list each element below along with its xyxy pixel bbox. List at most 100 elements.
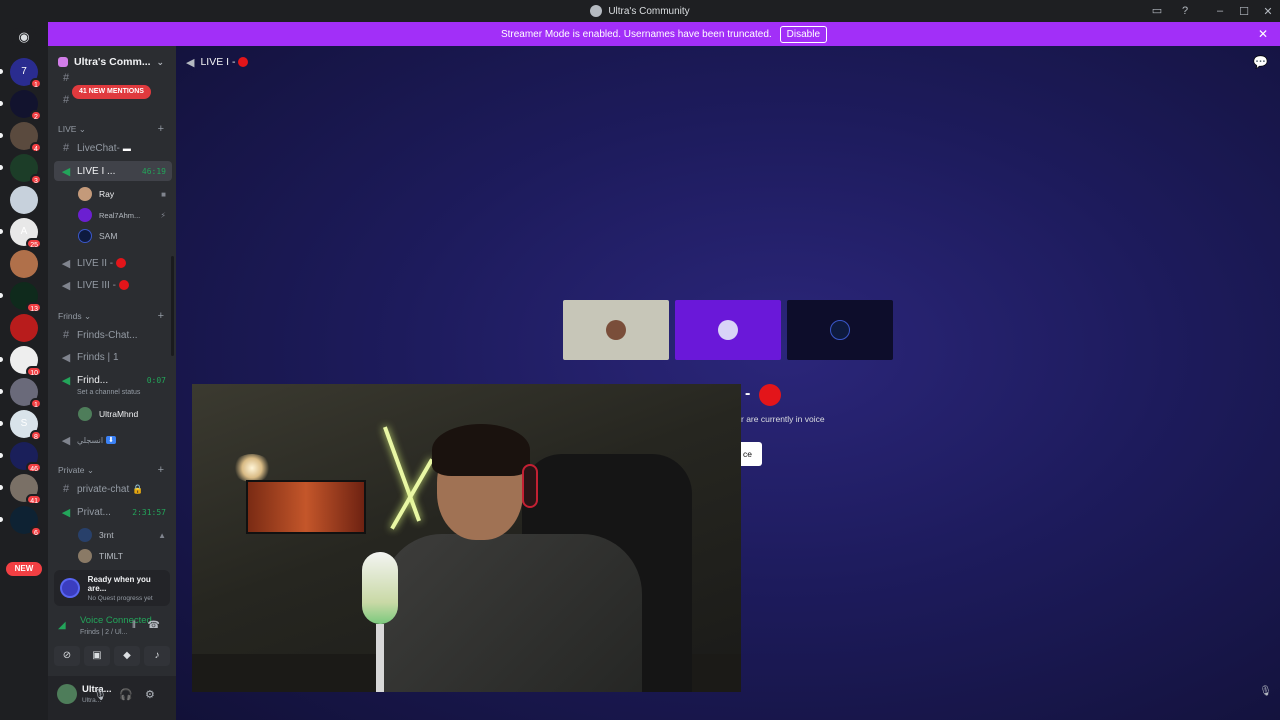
channel-frinds-1[interactable]: ◀ Frinds | 1 [54, 347, 172, 367]
maximize-icon[interactable]: ☐ [1232, 5, 1256, 18]
headphones-icon[interactable]: 🎧 [119, 688, 133, 701]
category-frinds[interactable]: Frinds ⌄ + [58, 309, 172, 323]
disconnect-icon[interactable]: ☎ [148, 620, 160, 631]
voice-user-timlt[interactable]: TIMLT [78, 546, 172, 566]
microphone-icon[interactable]: 🎙 [93, 688, 107, 701]
unread-pip [0, 101, 3, 106]
category-private[interactable]: Private ⌄ + [58, 463, 172, 477]
unread-pip [0, 293, 3, 298]
speaker-icon: ◀ [61, 165, 71, 178]
close-icon[interactable]: ✕ [1258, 27, 1268, 41]
avatar [78, 229, 92, 243]
inbox-icon[interactable]: ▭ [1150, 4, 1164, 18]
camera-icon: ■ [161, 189, 166, 199]
channel-private-voice[interactable]: ◀ Privat... 2:31:57 [54, 502, 172, 522]
add-channel-icon[interactable]: + [158, 464, 164, 476]
channel-label: Privat... [77, 506, 111, 518]
lock-icon: 🔒 [132, 483, 144, 494]
server-icon[interactable] [10, 250, 38, 278]
voice-user-name: SAM [99, 231, 118, 241]
new-servers-badge[interactable]: NEW [6, 562, 42, 576]
voice-user-sam[interactable]: SAM [78, 226, 172, 246]
participant-tile-ray[interactable] [563, 300, 669, 360]
quest-panel[interactable]: Ready when you are... No Quest progress … [54, 570, 170, 606]
close-window-icon[interactable]: ✕ [1256, 5, 1280, 18]
server-icon[interactable]: S8 [10, 410, 42, 441]
server-icon[interactable]: 6 [10, 506, 42, 537]
voice-user-3rnt[interactable]: 3rnt ▲ [78, 525, 172, 545]
channel-arabic[interactable]: ◀ انسجلي ⬇ [54, 430, 172, 450]
new-mentions-pill[interactable]: 41 NEW MENTIONS [72, 85, 151, 99]
camera-off-icon[interactable]: ⊘ [54, 646, 80, 666]
signal-icon[interactable]: ◢ [58, 620, 66, 631]
server-icon[interactable]: 71 [10, 58, 42, 89]
channel-live-3[interactable]: ◀ LIVE III - [54, 275, 172, 295]
avatar [78, 549, 92, 563]
server-icon[interactable]: 46 [10, 442, 42, 473]
mention-badge: 8 [30, 430, 42, 441]
server-icon[interactable] [10, 186, 38, 214]
channel-label: LIVE II - [77, 257, 114, 269]
server-icon[interactable]: 3 [10, 154, 42, 185]
channel-live-2[interactable]: ◀ LIVE II - [54, 253, 172, 273]
down-arrow-icon: ⬇ [106, 436, 116, 444]
stream-microphone [362, 552, 398, 624]
live-dot-icon [759, 384, 781, 406]
channel-livechat[interactable]: # LiveChat- ▬ [54, 138, 172, 158]
stream-popout-video[interactable] [192, 384, 741, 692]
add-channel-icon[interactable]: + [158, 310, 164, 322]
participant-tile-sam[interactable] [787, 300, 893, 360]
minimize-icon[interactable]: – [1208, 5, 1232, 17]
channel-title: LIVE I - [200, 56, 236, 68]
participant-tile-real[interactable] [675, 300, 781, 360]
gear-icon[interactable]: ⚙ [145, 688, 155, 701]
server-icon[interactable]: A 25 [10, 218, 42, 249]
window-title: Ultra's Community [608, 5, 690, 17]
speaker-icon: ◀ [61, 506, 71, 519]
voice-connected-channel[interactable]: Frinds | 2 / Ul... [80, 629, 127, 636]
sidebar-scrollbar[interactable] [171, 256, 174, 356]
quest-subtitle: No Quest progress yet [87, 594, 153, 602]
speaker-icon: ◀ [61, 351, 71, 364]
server-icon[interactable]: 10 [10, 346, 42, 377]
mention-badge: 25 [26, 238, 42, 249]
disable-streamer-mode-button[interactable]: Disable [779, 25, 828, 43]
discord-home-icon[interactable]: ◉ [12, 28, 36, 46]
server-icon[interactable]: 2 [10, 90, 42, 121]
voice-user-name: 3rnt [99, 530, 114, 540]
channel-frinds-chat[interactable]: # Frinds-Chat... [54, 325, 172, 345]
server-icon[interactable]: 13 [10, 282, 42, 313]
activity-icon[interactable]: ◆ [114, 646, 140, 666]
channel-private-chat[interactable]: # private-chat 🔒 [54, 479, 172, 499]
set-channel-status[interactable]: Set a channel status [77, 389, 140, 396]
stream-person-body [382, 534, 642, 692]
noise-suppression-icon[interactable]: ‖ [132, 620, 136, 631]
voice-user-ray[interactable]: Ray ■ [78, 184, 172, 204]
speaker-icon: ◀ [61, 257, 71, 270]
unread-pip [0, 229, 3, 234]
voice-user-ultra[interactable]: UltraMhnd [78, 404, 172, 424]
soundboard-icon[interactable]: ♪ [144, 646, 170, 666]
screen-share-icon[interactable]: ▣ [84, 646, 110, 666]
mention-badge: 41 [26, 494, 42, 505]
server-icon[interactable]: 1 [10, 378, 42, 409]
mention-badge: 3 [30, 174, 42, 185]
avatar[interactable] [57, 684, 77, 704]
channel-frinds-voice[interactable]: ◀ Frind... 0:07 [54, 370, 172, 390]
server-icon[interactable]: 41 [10, 474, 42, 505]
voice-user-real[interactable]: Real7Ahm... ⚡ [78, 205, 172, 225]
server-icon[interactable]: 4 [10, 122, 42, 153]
category-live[interactable]: LIVE ⌄ + [58, 122, 172, 136]
help-icon[interactable]: ? [1178, 4, 1192, 18]
avatar [78, 208, 92, 222]
channel-live-1[interactable]: ◀ LIVE I ... 46:19 [54, 161, 172, 181]
mention-badge: 2 [30, 110, 42, 121]
channel-label: LIVE III - [77, 279, 116, 291]
add-channel-icon[interactable]: + [158, 123, 164, 135]
microphone-icon[interactable]: 🎙 [1259, 686, 1272, 697]
live-dot-icon [238, 57, 249, 67]
chat-bubble-icon[interactable]: 💬 [1253, 55, 1268, 69]
server-icon[interactable] [10, 314, 38, 342]
unread-pip [0, 69, 3, 74]
stream-headset [522, 464, 538, 508]
